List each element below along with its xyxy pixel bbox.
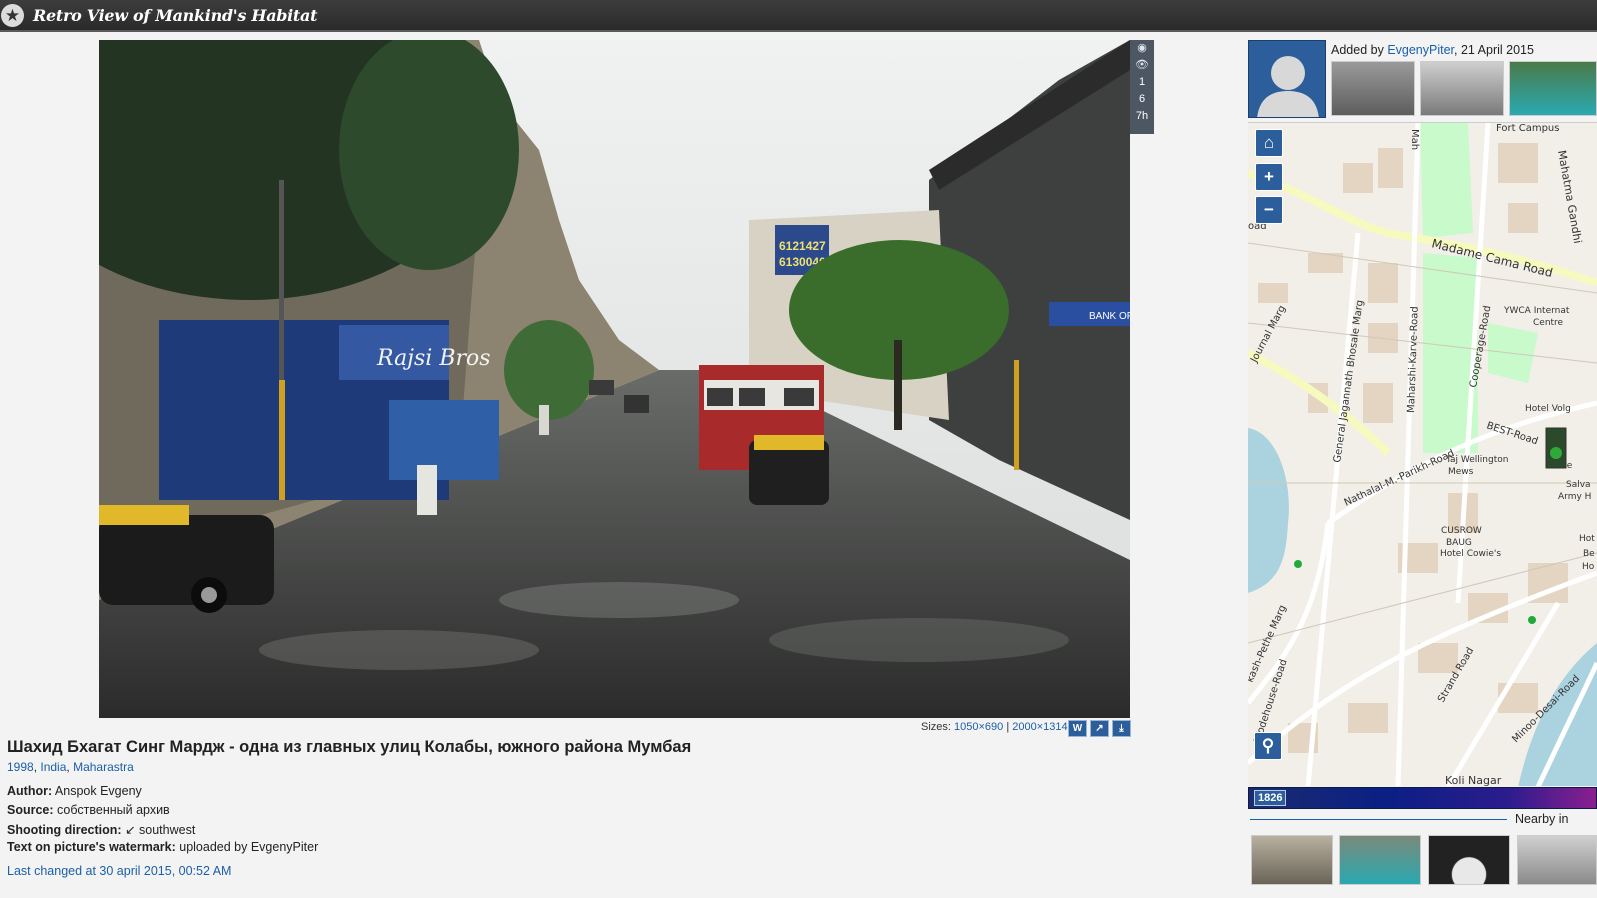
last-changed-link[interactable]: Last changed at 30 april 2015, 00:52 AM	[7, 864, 231, 878]
camera-icon: ◉	[1137, 42, 1147, 54]
region-link[interactable]: Maharastra	[73, 760, 134, 774]
uploader-link[interactable]: EvgenyPiter	[1387, 43, 1454, 57]
map-label-army: Army H	[1558, 492, 1591, 502]
nearby-thumb-2[interactable]	[1339, 835, 1421, 885]
direction-row: Shooting direction: ↙ southwest	[7, 823, 196, 837]
nearby-thumb-1[interactable]	[1251, 835, 1333, 885]
source-row: Source: собственный архив	[7, 803, 170, 817]
photo-age: 7h	[1135, 110, 1149, 122]
wiki-button[interactable]: W	[1068, 720, 1087, 737]
eye-icon: 👁	[1135, 59, 1149, 71]
timeline-year-badge[interactable]: 1826	[1254, 790, 1287, 806]
map-label-mews: Mews	[1448, 467, 1474, 477]
views-total: 6	[1138, 93, 1146, 105]
map-zoom-in-button[interactable]: +	[1255, 163, 1283, 191]
photo-meta: 1998, India, Maharastra	[7, 760, 134, 774]
source-value: собственный архив	[57, 803, 170, 817]
sizes-line: Sizes: 1050×690 | 2000×1314	[921, 721, 1068, 733]
uploader-thumb-2[interactable]	[1420, 61, 1504, 116]
sizes-label: Sizes:	[921, 721, 951, 733]
star-logo-icon[interactable]: ★	[1, 4, 24, 27]
map-label-fort-campus: Fort Campus	[1496, 123, 1559, 134]
billboard-line1: 6121427	[779, 239, 826, 253]
map-label-be: Be	[1583, 549, 1595, 559]
map-label-taj: Taj Wellington	[1445, 455, 1508, 465]
map-label-hot: Hot	[1579, 534, 1595, 544]
share-icon[interactable]: ↗	[1090, 720, 1109, 737]
map-label-centre: Centre	[1533, 318, 1564, 328]
photo-stats: ◉ 👁 1 6 7h	[1130, 40, 1154, 134]
nearby-thumb-3[interactable]	[1428, 835, 1510, 885]
year-timeline[interactable]	[1248, 787, 1597, 809]
uploader-thumb-3[interactable]	[1509, 61, 1597, 116]
map-label-ho: Ho	[1582, 562, 1595, 572]
map-label-hotel-cowie: Hotel Cowie's	[1440, 549, 1501, 559]
size-small-link[interactable]: 1050×690	[954, 721, 1003, 733]
size-large-link[interactable]: 2000×1314	[1012, 721, 1067, 733]
views-today: 1	[1138, 76, 1146, 88]
watermark-value: uploaded by EvgenyPiter	[179, 840, 319, 854]
map-home-icon[interactable]: ⌂	[1255, 129, 1283, 157]
user-silhouette-icon	[1257, 56, 1319, 117]
map-label-salva: Salva	[1566, 480, 1591, 490]
direction-value: ↙ southwest	[125, 823, 196, 837]
nearby-label: Nearby in	[1515, 812, 1569, 826]
street-scene-image: Rajsi Bros 6121427 6130040 BANK OF IND	[99, 40, 1130, 718]
uploader-thumb-1[interactable]	[1331, 61, 1415, 116]
map-label-cusrow: CUSROW	[1441, 526, 1482, 536]
author-row: Author: Anspok Evgeny	[7, 784, 142, 798]
map-label-ywca: YWCA Internat	[1503, 306, 1570, 316]
map-marker-icon[interactable]: ⚲	[1254, 732, 1282, 760]
bank-sign: BANK OF IND	[1089, 311, 1130, 322]
download-icon[interactable]: ⤓	[1112, 720, 1131, 737]
map-zoom-out-button[interactable]: −	[1255, 196, 1283, 224]
uploader-avatar[interactable]	[1248, 40, 1326, 118]
shop-sign: Rajsi Bros	[376, 346, 491, 371]
top-bar: ★ Retro View of Mankind's Habitat	[0, 0, 1597, 32]
nearby-thumb-4[interactable]	[1517, 835, 1597, 885]
photo-title: Шахид Бхагат Синг Мардж - одна из главны…	[7, 738, 692, 756]
map-label-baug: BAUG	[1446, 538, 1472, 548]
map-label-koli: Koli Nagar	[1445, 774, 1502, 786]
year-link[interactable]: 1998	[7, 760, 34, 774]
added-by-line: Added by EvgenyPiter, 21 April 2015	[1331, 43, 1534, 57]
location-map[interactable]: Fort Campus Madame Cama Road Mahatma Gan…	[1248, 122, 1597, 786]
author-value: Anspok Evgeny	[54, 784, 142, 798]
watermark-row: Text on picture's watermark: uploaded by…	[7, 840, 319, 854]
country-link[interactable]: India	[40, 760, 66, 774]
sizes-separator: |	[1006, 721, 1010, 733]
main-photo[interactable]: Rajsi Bros 6121427 6130040 BANK OF IND	[99, 40, 1130, 718]
map-label-mah: Mah	[1409, 129, 1420, 150]
map-label-hotel-volga: Hotel Volg	[1525, 404, 1571, 414]
site-title[interactable]: Retro View of Mankind's Habitat	[33, 6, 317, 25]
map-tiles: Fort Campus Madame Cama Road Mahatma Gan…	[1248, 123, 1597, 786]
nearby-divider	[1250, 819, 1507, 820]
